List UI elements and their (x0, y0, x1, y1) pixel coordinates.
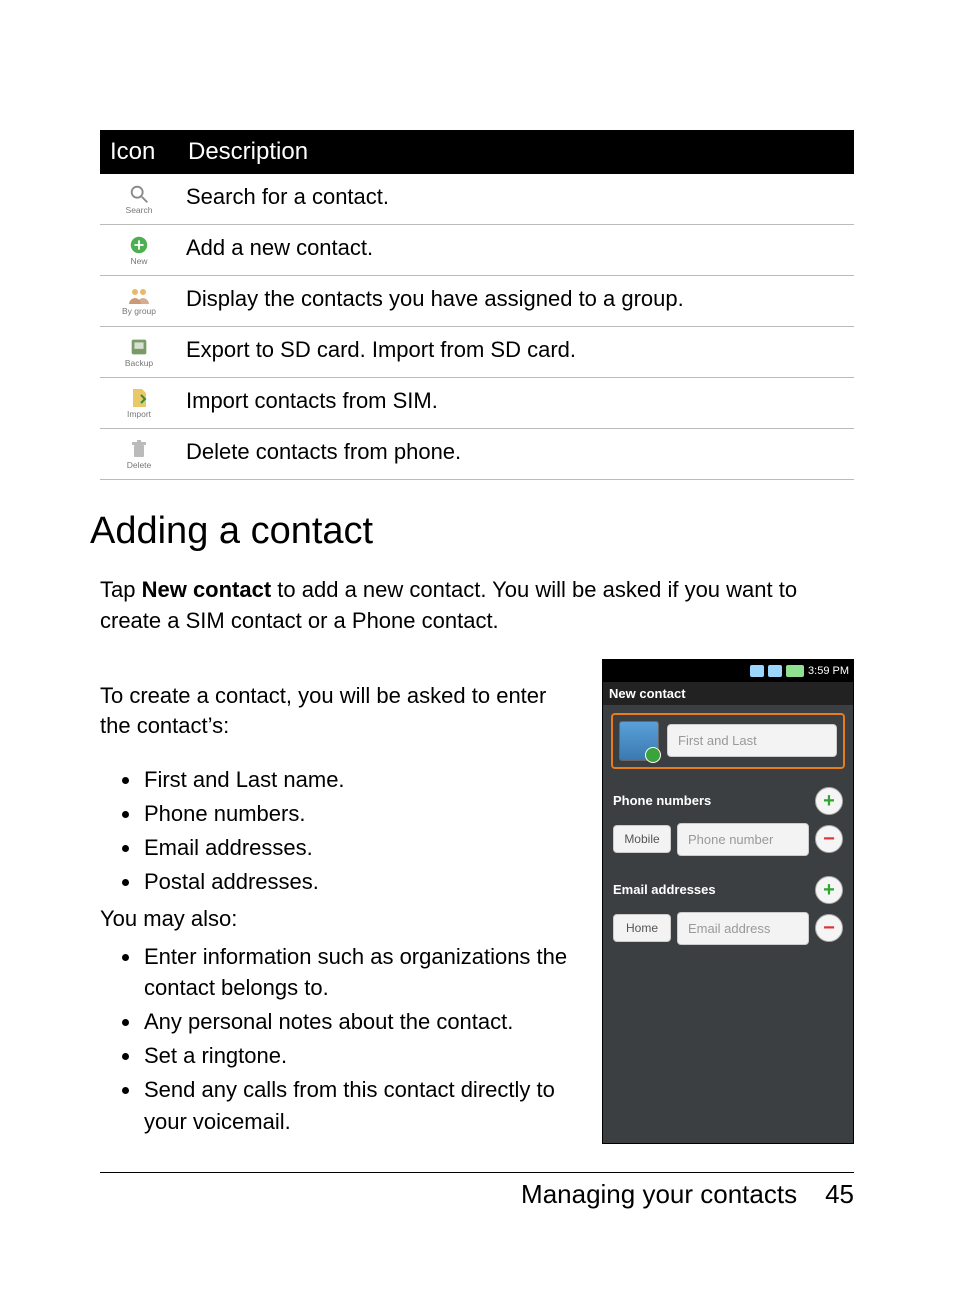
delete-icon: Delete (127, 438, 152, 470)
page-footer: Managing your contacts 45 (100, 1172, 854, 1210)
icon-desc: Search for a contact. (178, 174, 854, 225)
icon-description-table: Icon Description Search Search for a con… (100, 130, 854, 480)
add-phone-button[interactable]: + (815, 787, 843, 815)
email-addresses-header: Email addresses + (603, 866, 853, 908)
also-lead: You may also: (100, 904, 578, 935)
clock: 3:59 PM (808, 665, 849, 677)
name-field-container: First and Last (611, 713, 845, 769)
icon-label: By group (122, 307, 156, 316)
icon-desc: Display the contacts you have assigned t… (178, 276, 854, 327)
remove-phone-button[interactable]: − (815, 825, 843, 853)
status-bar: 3:59 PM (603, 660, 853, 682)
icon-label: Backup (125, 359, 153, 368)
signal-icon (768, 665, 782, 677)
screen-title: New contact (603, 682, 853, 705)
name-input[interactable]: First and Last (667, 724, 837, 757)
section-heading: Adding a contact (90, 510, 854, 553)
email-type-selector[interactable]: Home (613, 914, 671, 942)
intro-paragraph: Tap New contact to add a new contact. Yo… (100, 575, 854, 637)
list-item: Any personal notes about the contact. (142, 1006, 578, 1038)
also-list: Enter information such as organizations … (100, 941, 578, 1138)
phone-type-selector[interactable]: Mobile (613, 825, 671, 853)
list-item: Send any calls from this contact directl… (142, 1074, 578, 1138)
add-email-button[interactable]: + (815, 876, 843, 904)
list-item: Set a ringtone. (142, 1040, 578, 1072)
page-number: 45 (825, 1179, 854, 1210)
footer-title: Managing your contacts (521, 1179, 797, 1210)
icon-desc: Add a new contact. (178, 225, 854, 276)
import-icon: Import (127, 387, 151, 419)
add-icon: New (128, 234, 150, 266)
icon-label: New (130, 257, 147, 266)
table-row: Import Import contacts from SIM. (100, 378, 854, 429)
list-item: Email addresses. (142, 832, 578, 864)
bluetooth-icon (750, 665, 764, 677)
icon-label: Delete (127, 461, 152, 470)
th-icon: Icon (100, 130, 178, 174)
table-row: Delete Delete contacts from phone. (100, 429, 854, 480)
fields-lead: To create a contact, you will be asked t… (100, 681, 578, 743)
list-item: Phone numbers. (142, 798, 578, 830)
table-row: New Add a new contact. (100, 225, 854, 276)
th-desc: Description (178, 130, 854, 174)
icon-label: Import (127, 410, 151, 419)
icon-desc: Import contacts from SIM. (178, 378, 854, 429)
table-row: Backup Export to SD card. Import from SD… (100, 327, 854, 378)
list-item: Postal addresses. (142, 866, 578, 898)
add-photo-icon[interactable] (619, 721, 659, 761)
search-icon: Search (126, 183, 153, 215)
email-input[interactable]: Email address (677, 912, 809, 945)
table-row: By group Display the contacts you have a… (100, 276, 854, 327)
phone-number-input[interactable]: Phone number (677, 823, 809, 856)
remove-email-button[interactable]: − (815, 914, 843, 942)
fields-list: First and Last name. Phone numbers. Emai… (100, 764, 578, 898)
list-item: First and Last name. (142, 764, 578, 796)
backup-icon: Backup (125, 336, 153, 368)
phone-screenshot: 3:59 PM New contact First and Last Phone… (602, 659, 854, 1144)
list-item: Enter information such as organizations … (142, 941, 578, 1005)
group-icon: By group (122, 286, 156, 316)
phone-numbers-header: Phone numbers + (603, 777, 853, 819)
battery-icon (786, 665, 804, 677)
table-row: Search Search for a contact. (100, 174, 854, 225)
icon-label: Search (126, 206, 153, 215)
icon-desc: Delete contacts from phone. (178, 429, 854, 480)
icon-desc: Export to SD card. Import from SD card. (178, 327, 854, 378)
